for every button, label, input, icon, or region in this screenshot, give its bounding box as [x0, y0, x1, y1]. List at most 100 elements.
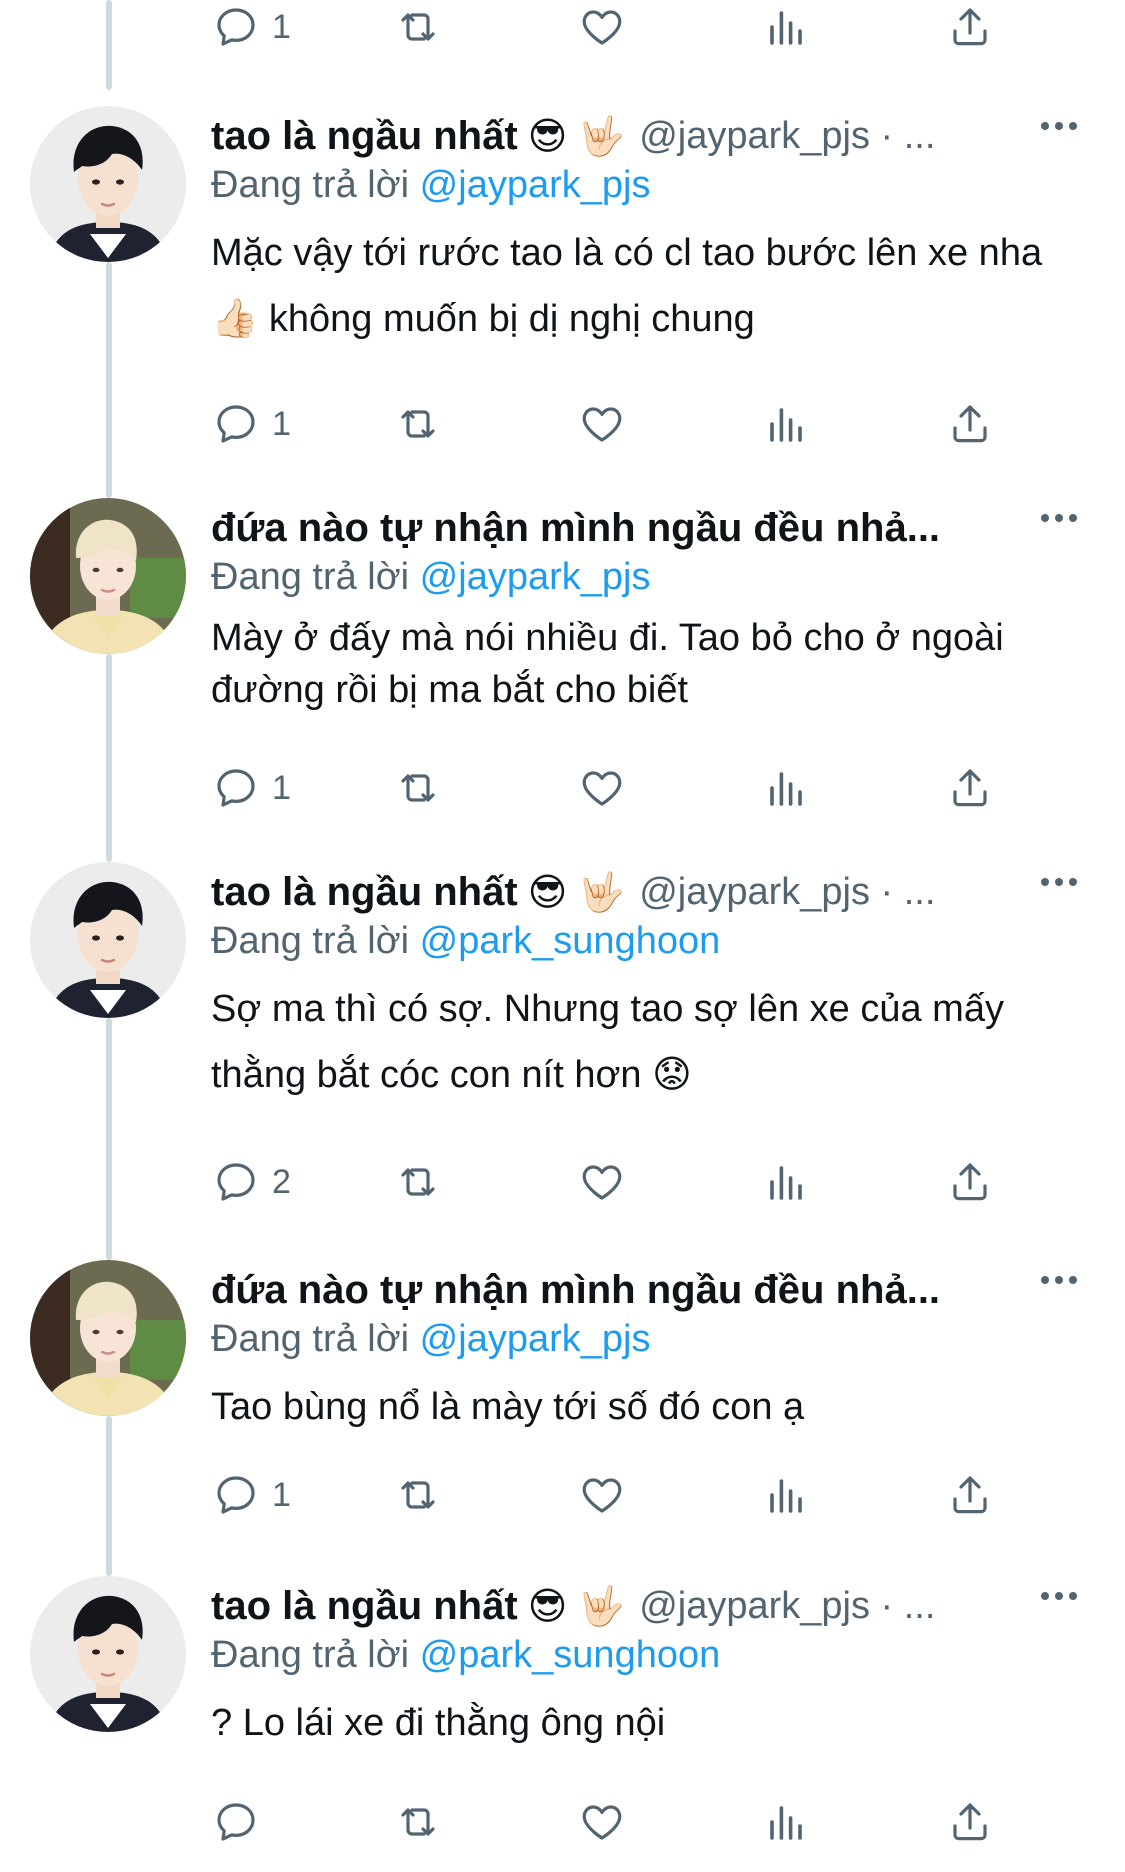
tweet-actions: 1	[0, 394, 1125, 454]
mention-link[interactable]: @jaypark_pjs	[420, 1318, 651, 1360]
share-button[interactable]	[946, 394, 994, 454]
tweet-actions	[0, 1792, 1125, 1852]
user-handle[interactable]: @jaypark_pjs · ...	[639, 1585, 935, 1628]
analytics-icon	[762, 1798, 810, 1846]
analytics-button[interactable]	[762, 1465, 810, 1525]
analytics-icon	[762, 1158, 810, 1206]
reply-icon	[212, 1798, 260, 1846]
avatar[interactable]	[30, 1260, 186, 1416]
tweet-text: Tao bùng nổ là mày tới số đó con ạ	[211, 1386, 805, 1428]
retweet-icon	[394, 3, 442, 51]
display-name[interactable]: tao là ngầu nhất	[211, 1584, 518, 1629]
replying-to-label: Đang trả lời	[211, 556, 420, 598]
dark-hair-avatar	[30, 106, 186, 262]
mention-link[interactable]: @jaypark_pjs	[420, 556, 651, 598]
more-options-button[interactable]	[1039, 1274, 1079, 1294]
user-handle[interactable]: @jaypark_pjs · ...	[639, 115, 935, 158]
more-options-button[interactable]	[1039, 120, 1079, 140]
like-button[interactable]	[578, 1792, 626, 1852]
tweet-header: đứa nào tự nhận mình ngầu đều nhả...	[211, 1260, 1011, 1320]
more-dots-icon	[1041, 122, 1077, 130]
tweet-header: tao là ngầu nhất 😎 🤟🏻 @jaypark_pjs · ...	[211, 106, 1011, 166]
analytics-button[interactable]	[762, 1152, 810, 1212]
reply-count: 2	[272, 1162, 291, 1201]
heart-icon	[578, 764, 626, 812]
user-handle[interactable]: @jaypark_pjs · ...	[639, 871, 935, 914]
more-dots-icon	[1041, 1592, 1077, 1600]
like-button[interactable]	[578, 394, 626, 454]
mention-link[interactable]: @park_sunghoon	[420, 920, 721, 962]
analytics-icon	[762, 764, 810, 812]
reply-button[interactable]	[212, 1792, 272, 1852]
display-name[interactable]: tao là ngầu nhất	[211, 870, 518, 915]
name-emojis: 😎 🤟🏻	[527, 1585, 626, 1628]
avatar[interactable]	[30, 1576, 186, 1732]
avatar[interactable]	[30, 862, 186, 1018]
analytics-button[interactable]	[762, 0, 810, 57]
thread-line	[106, 1018, 112, 1260]
replying-to-label: Đang trả lời	[211, 1318, 420, 1360]
reply-icon	[212, 1471, 260, 1519]
share-icon	[946, 1158, 994, 1206]
share-icon	[946, 1798, 994, 1846]
more-options-button[interactable]	[1039, 1590, 1079, 1610]
reply-button[interactable]: 1	[212, 758, 291, 818]
retweet-button[interactable]	[394, 1465, 442, 1525]
share-icon	[946, 1471, 994, 1519]
analytics-icon	[762, 1471, 810, 1519]
reply-button[interactable]: 1	[212, 1465, 291, 1525]
like-button[interactable]	[578, 758, 626, 818]
tweet-header: đứa nào tự nhận mình ngầu đều nhả...	[211, 498, 1011, 558]
share-icon	[946, 400, 994, 448]
display-name[interactable]: tao là ngầu nhất	[211, 114, 518, 159]
more-options-button[interactable]	[1039, 876, 1079, 896]
heart-icon	[578, 400, 626, 448]
like-button[interactable]	[578, 0, 626, 57]
retweet-button[interactable]	[394, 1792, 442, 1852]
reply-count: 1	[272, 1475, 291, 1514]
share-button[interactable]	[946, 1792, 994, 1852]
tweet-thread: 1 tao là ngầu nhất 😎 🤟🏻 @jaypark_pjs · .…	[0, 0, 1125, 1872]
name-emojis: 😎 🤟🏻	[527, 115, 626, 158]
reply-button[interactable]: 1	[212, 0, 291, 57]
analytics-button[interactable]	[762, 758, 810, 818]
replying-to-label: Đang trả lời	[211, 1634, 420, 1676]
analytics-button[interactable]	[762, 1792, 810, 1852]
reply-icon	[212, 3, 260, 51]
tweet-text: ? Lo lái xe đi thằng ông nội	[211, 1702, 666, 1744]
retweet-icon	[394, 400, 442, 448]
retweet-button[interactable]	[394, 758, 442, 818]
retweet-button[interactable]	[394, 0, 442, 57]
avatar[interactable]	[30, 106, 186, 262]
mention-link[interactable]: @park_sunghoon	[420, 1634, 721, 1676]
dark-hair-avatar	[30, 862, 186, 1018]
reply-count: 1	[272, 404, 291, 443]
display-name[interactable]: đứa nào tự nhận mình ngầu đều nhả...	[211, 506, 940, 551]
like-button[interactable]	[578, 1152, 626, 1212]
tweet-text: Sợ ma thì có sợ. Nhưng tao sợ lên xe của…	[211, 988, 1004, 1096]
reply-button[interactable]: 2	[212, 1152, 291, 1212]
retweet-icon	[394, 764, 442, 812]
share-button[interactable]	[946, 1465, 994, 1525]
more-dots-icon	[1041, 878, 1077, 886]
more-dots-icon	[1041, 514, 1077, 522]
retweet-icon	[394, 1158, 442, 1206]
retweet-button[interactable]	[394, 394, 442, 454]
share-button[interactable]	[946, 758, 994, 818]
heart-icon	[578, 1471, 626, 1519]
mention-link[interactable]: @jaypark_pjs	[420, 164, 651, 206]
reply-button[interactable]: 1	[212, 394, 291, 454]
replying-to: Đang trả lời @jaypark_pjs	[211, 556, 650, 599]
retweet-button[interactable]	[394, 1152, 442, 1212]
heart-icon	[578, 3, 626, 51]
share-button[interactable]	[946, 1152, 994, 1212]
like-button[interactable]	[578, 1465, 626, 1525]
avatar[interactable]	[30, 498, 186, 654]
display-name[interactable]: đứa nào tự nhận mình ngầu đều nhả...	[211, 1268, 940, 1313]
heart-icon	[578, 1798, 626, 1846]
analytics-icon	[762, 3, 810, 51]
more-options-button[interactable]	[1039, 512, 1079, 532]
analytics-button[interactable]	[762, 394, 810, 454]
replying-to: Đang trả lời @jaypark_pjs	[211, 1318, 650, 1361]
share-button[interactable]	[946, 0, 994, 57]
